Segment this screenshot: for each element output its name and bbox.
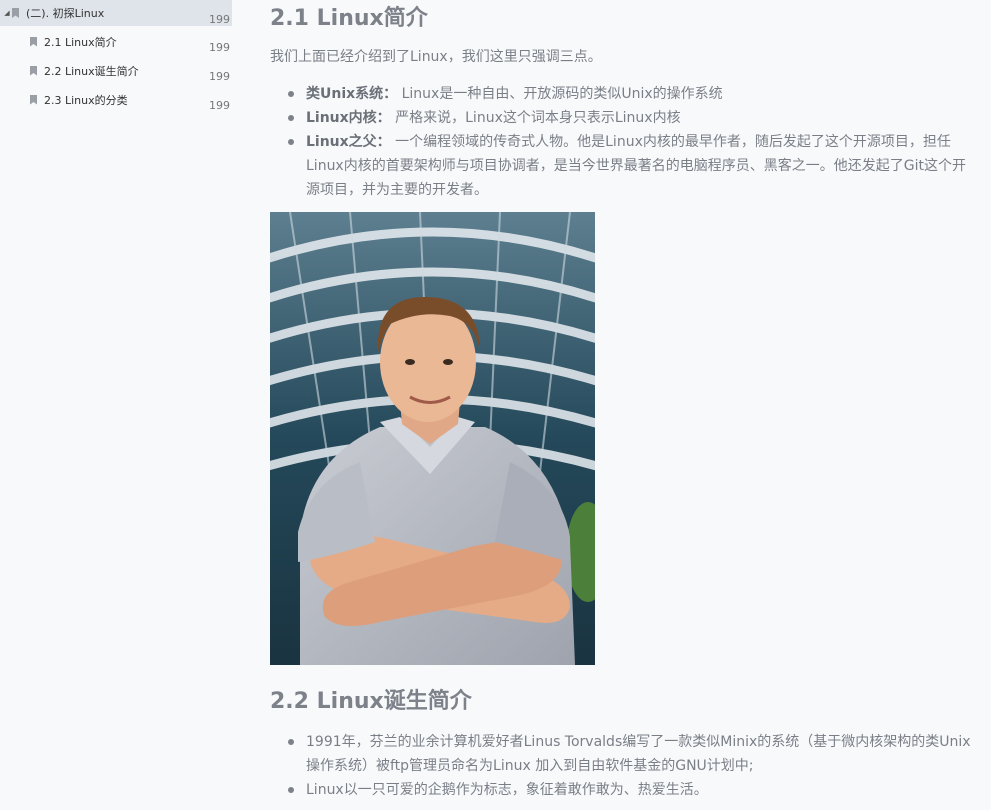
list-item-text: 一个编程领域的传奇式人物。他是Linux内核的最早作者，随后发起了这个开源项目，… [306,134,966,198]
list-item-term: Linux内核： [306,110,391,126]
toc-item-label: 2.3 Linux的分类 [44,93,128,107]
toc-item-2-1[interactable]: 2.1 Linux简介 199 [0,28,232,55]
list-item-text: 严格来说，Linux这个词本身只表示Linux内核 [390,110,681,126]
collapse-caret-icon[interactable]: ◢ [2,9,12,17]
toc-item-page: 199 [209,41,230,54]
section-heading-2-1: 2.1 Linux简介 [270,6,428,31]
list-item: 类Unix系统： Linux是一种自由、开放源码的类似Unix的操作系统 [288,82,978,106]
bookmark-icon [12,8,19,18]
list-item: Linux内核： 严格来说，Linux这个词本身只表示Linux内核 [288,106,978,130]
section-heading-2-2: 2.2 Linux诞生简介 [270,689,472,714]
toc-item-page: 199 [209,12,230,26]
toc-item-label: (二). 初探Linux [26,7,105,20]
list-item-term: 类Unix系统： [306,86,398,102]
toc-item-label: 2.2 Linux诞生简介 [44,64,139,78]
list-item-term: Linux之父： [306,134,391,150]
toc-item-page: 199 [209,99,230,112]
list-item: Linux之父： 一个编程领域的传奇式人物。他是Linux内核的最早作者，随后发… [288,130,978,202]
toc-item-chapter[interactable]: ◢ (二). 初探Linux 199 [0,0,232,26]
bookmark-icon [30,94,37,105]
bullet-list-linux-birth: 1991年，芬兰的业余计算机爱好者Linus Torvalds编写了一款类似Mi… [288,730,978,802]
bullet-list-linux-intro: 类Unix系统： Linux是一种自由、开放源码的类似Unix的操作系统 Lin… [288,82,978,202]
linus-torvalds-photo [270,212,595,665]
list-item-text: Linux是一种自由、开放源码的类似Unix的操作系统 [397,86,723,102]
intro-paragraph: 我们上面已经介绍到了Linux，我们这里只强调三点。 [270,49,602,65]
toc-item-page: 199 [209,70,230,83]
toc-sidebar: ◢ (二). 初探Linux 199 2.1 Linux简介 199 2.2 L… [0,0,246,810]
toc-item-2-2[interactable]: 2.2 Linux诞生简介 199 [0,57,232,84]
list-item: 1991年，芬兰的业余计算机爱好者Linus Torvalds编写了一款类似Mi… [288,730,978,778]
toc-item-2-3[interactable]: 2.3 Linux的分类 199 [0,86,232,113]
bookmark-icon [30,36,37,47]
bookmark-icon [30,65,37,76]
list-item: Linux以一只可爱的企鹅作为标志，象征着敢作敢为、热爱生活。 [288,778,978,802]
toc-item-label: 2.1 Linux简介 [44,35,117,49]
